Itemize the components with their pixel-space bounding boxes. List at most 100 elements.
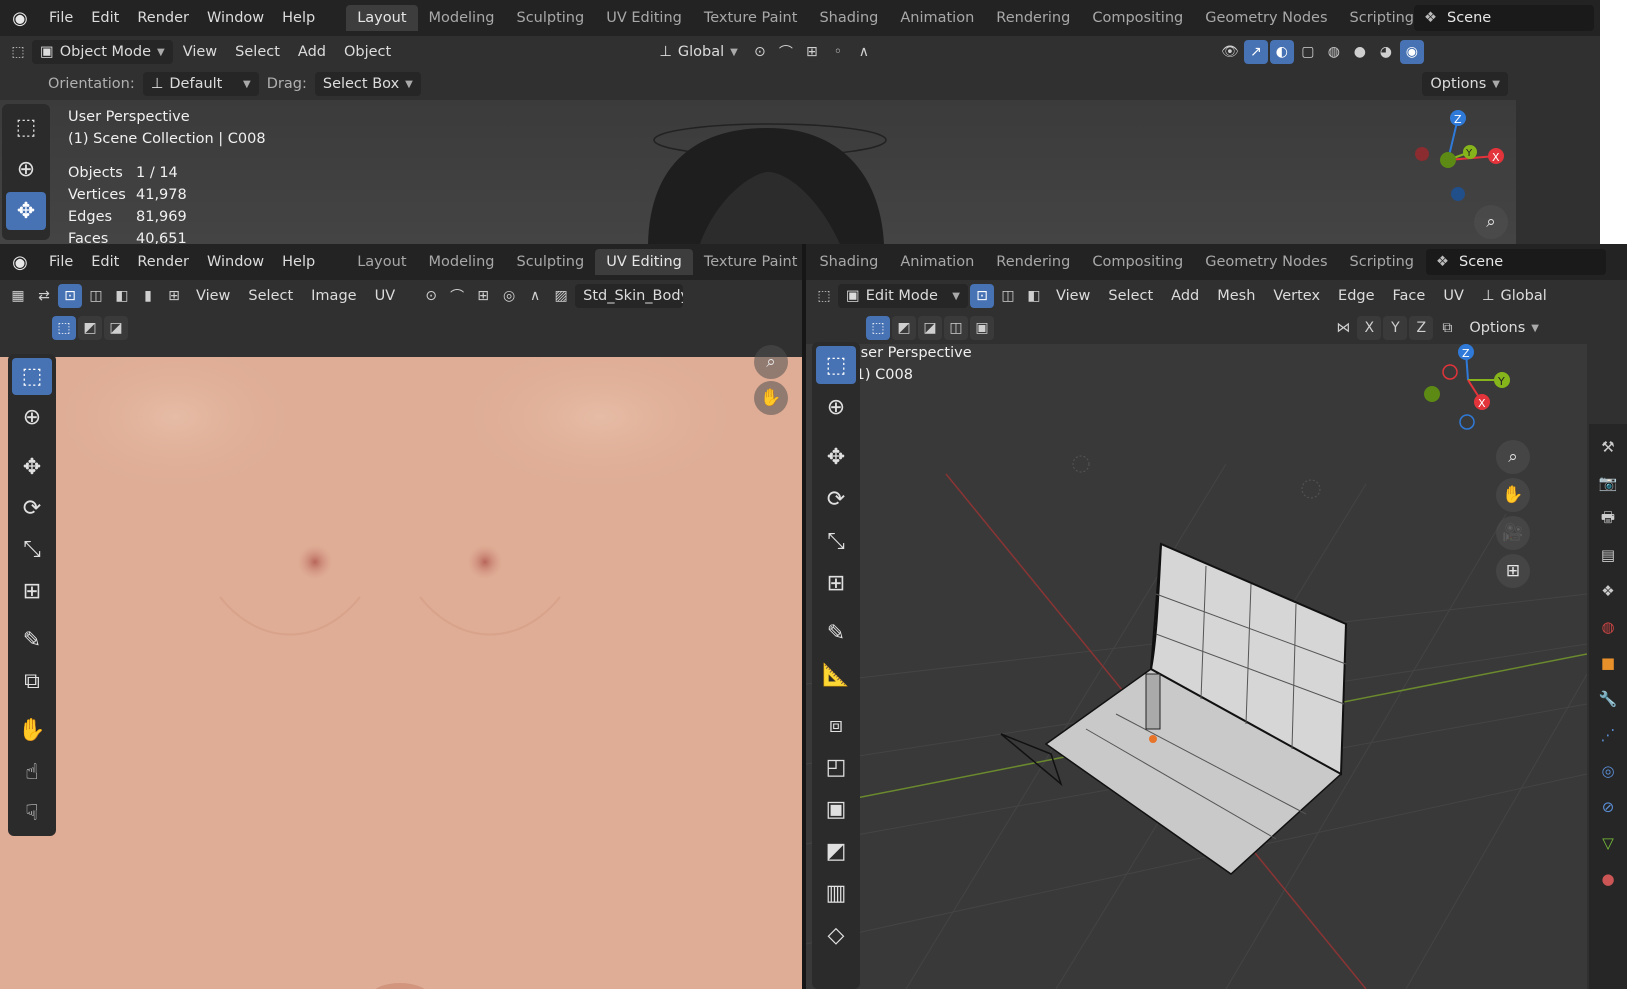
vertex-select-icon[interactable]: ⊡: [58, 284, 82, 308]
rip-icon[interactable]: ⧉: [12, 663, 52, 700]
tab-texture-paint[interactable]: Texture Paint: [693, 249, 809, 275]
tab-geometry-nodes[interactable]: Geometry Nodes: [1194, 249, 1338, 275]
view-layer-icon[interactable]: ▤: [1595, 542, 1621, 568]
mode-dropdown[interactable]: ▣ Object Mode ▼: [32, 40, 173, 64]
cursor-3d-icon[interactable]: ⊕: [816, 388, 856, 426]
select-subtract-icon[interactable]: ◪: [918, 316, 942, 340]
menu-edit[interactable]: Edit: [82, 0, 128, 36]
image-browse-icon[interactable]: ▨: [549, 284, 573, 308]
menu-uv[interactable]: UV: [1435, 284, 1472, 308]
proportional-edit-icon[interactable]: ◎: [497, 284, 521, 308]
menu-view[interactable]: View: [175, 40, 225, 64]
tab-sculpting[interactable]: Sculpting: [505, 249, 595, 275]
tab-modeling[interactable]: Modeling: [418, 5, 506, 31]
particles-icon[interactable]: ⋰: [1595, 722, 1621, 748]
object-properties-icon[interactable]: ■: [1595, 650, 1621, 676]
menu-render[interactable]: Render: [128, 244, 198, 280]
axis-x-toggle[interactable]: X: [1357, 316, 1382, 340]
measure-icon[interactable]: 📐: [816, 656, 856, 694]
menu-window[interactable]: Window: [198, 244, 273, 280]
tab-layout[interactable]: Layout: [346, 5, 418, 31]
tab-uv-editing[interactable]: UV Editing: [595, 249, 693, 275]
tab-animation[interactable]: Animation: [889, 249, 985, 275]
select-intersect-icon[interactable]: ▣: [970, 316, 994, 340]
wireframe-shading-icon[interactable]: ◍: [1322, 40, 1346, 64]
tab-layout[interactable]: Layout: [346, 249, 417, 275]
tab-sculpting[interactable]: Sculpting: [505, 5, 595, 31]
annotate-icon[interactable]: ✎: [12, 622, 52, 659]
extrude-icon[interactable]: ◰: [816, 748, 856, 786]
cursor-2d-icon[interactable]: ⊕: [12, 399, 52, 436]
render-properties-icon[interactable]: 📷: [1595, 470, 1621, 496]
snap-target-icon[interactable]: ⊞: [800, 40, 824, 64]
menu-edit[interactable]: Edit: [82, 244, 128, 280]
tab-scripting[interactable]: Scripting: [1339, 5, 1425, 31]
grab-icon[interactable]: ✋: [12, 712, 52, 749]
image-name-field[interactable]: Std_Skin_Body_D: [575, 284, 684, 308]
menu-select[interactable]: Select: [227, 40, 288, 64]
rotate-icon[interactable]: ⟳: [12, 490, 52, 527]
zoom-icon[interactable]: ⌕: [1474, 205, 1508, 239]
cursor-3d-icon[interactable]: ⊕: [6, 150, 46, 188]
rendered-shading-icon[interactable]: ◉: [1399, 40, 1424, 64]
face-mode-icon[interactable]: ◧: [1022, 284, 1046, 308]
loop-cut-icon[interactable]: ▥: [816, 874, 856, 912]
menu-view[interactable]: View: [188, 284, 238, 308]
scene-properties-icon[interactable]: ❖: [1595, 578, 1621, 604]
axis-y-toggle[interactable]: Y: [1383, 316, 1408, 340]
solid-shading-icon[interactable]: ●: [1348, 40, 1372, 64]
tab-texture-paint[interactable]: Texture Paint: [693, 5, 809, 31]
rotate-icon[interactable]: ⟳: [816, 480, 856, 518]
menu-object[interactable]: Object: [336, 40, 399, 64]
material-shading-icon[interactable]: ◕: [1374, 40, 1398, 64]
scene-selector[interactable]: ❖ Scene: [1414, 5, 1594, 31]
editor-type-icon[interactable]: ⬚: [6, 40, 30, 64]
constraints-icon[interactable]: ⊘: [1595, 794, 1621, 820]
pivot-icon[interactable]: ⊙: [419, 284, 443, 308]
visibility-icon[interactable]: 👁: [1218, 40, 1242, 64]
annotate-icon[interactable]: ✎: [816, 614, 856, 652]
pivot-icon[interactable]: ⊙: [748, 40, 772, 64]
select-invert-icon[interactable]: ◫: [944, 316, 968, 340]
gizmo-icon[interactable]: ↗: [1243, 40, 1268, 64]
edge-select-icon[interactable]: ◫: [84, 284, 108, 308]
inset-icon[interactable]: ▣: [816, 790, 856, 828]
scale-icon[interactable]: ⤡: [816, 522, 856, 560]
transform-icon[interactable]: ⊞: [816, 564, 856, 602]
ortho-grid-icon[interactable]: ⊞: [1496, 554, 1530, 588]
material-properties-icon[interactable]: ●: [1595, 866, 1621, 892]
menu-uv[interactable]: UV: [367, 284, 404, 308]
tab-geometry-nodes[interactable]: Geometry Nodes: [1194, 5, 1338, 31]
select-new-icon[interactable]: ⬚: [866, 316, 890, 340]
menu-window[interactable]: Window: [198, 0, 273, 36]
options-dropdown[interactable]: Options ▼: [1461, 316, 1547, 340]
select-extend-icon[interactable]: ◩: [78, 316, 102, 340]
axis-z-toggle[interactable]: Z: [1409, 316, 1434, 340]
island-select-icon[interactable]: ▮: [136, 284, 160, 308]
knife-icon[interactable]: ◇: [816, 916, 856, 954]
tab-rendering[interactable]: Rendering: [985, 5, 1081, 31]
tab-uv-editing[interactable]: UV Editing: [595, 5, 693, 31]
falloff-icon[interactable]: ∧: [523, 284, 547, 308]
snap-icon[interactable]: ⌒: [774, 40, 798, 64]
falloff-icon[interactable]: ∧: [852, 40, 876, 64]
editor-type-icon[interactable]: ⬚: [812, 284, 836, 308]
tab-shading[interactable]: Shading: [808, 249, 889, 275]
tab-rendering[interactable]: Rendering: [985, 249, 1081, 275]
move-icon[interactable]: ✥: [6, 192, 46, 230]
edge-mode-icon[interactable]: ◫: [996, 284, 1020, 308]
tab-modeling[interactable]: Modeling: [418, 249, 506, 275]
pan-hand-icon[interactable]: ✋: [754, 381, 788, 415]
sync-selection-icon[interactable]: ⇄: [32, 284, 56, 308]
transform-orientation-dropdown[interactable]: ⊥ Global: [1474, 284, 1555, 308]
menu-help[interactable]: Help: [273, 0, 324, 36]
mode-dropdown[interactable]: ▣ Edit Mode ▼: [838, 284, 968, 308]
output-properties-icon[interactable]: 🖶: [1595, 506, 1621, 532]
tab-scripting[interactable]: Scripting: [1339, 249, 1425, 275]
menu-edge[interactable]: Edge: [1330, 284, 1383, 308]
physics-icon[interactable]: ◎: [1595, 758, 1621, 784]
menu-vertex[interactable]: Vertex: [1265, 284, 1328, 308]
transform-icon[interactable]: ⊞: [12, 572, 52, 609]
menu-add[interactable]: Add: [290, 40, 334, 64]
menu-face[interactable]: Face: [1385, 284, 1434, 308]
